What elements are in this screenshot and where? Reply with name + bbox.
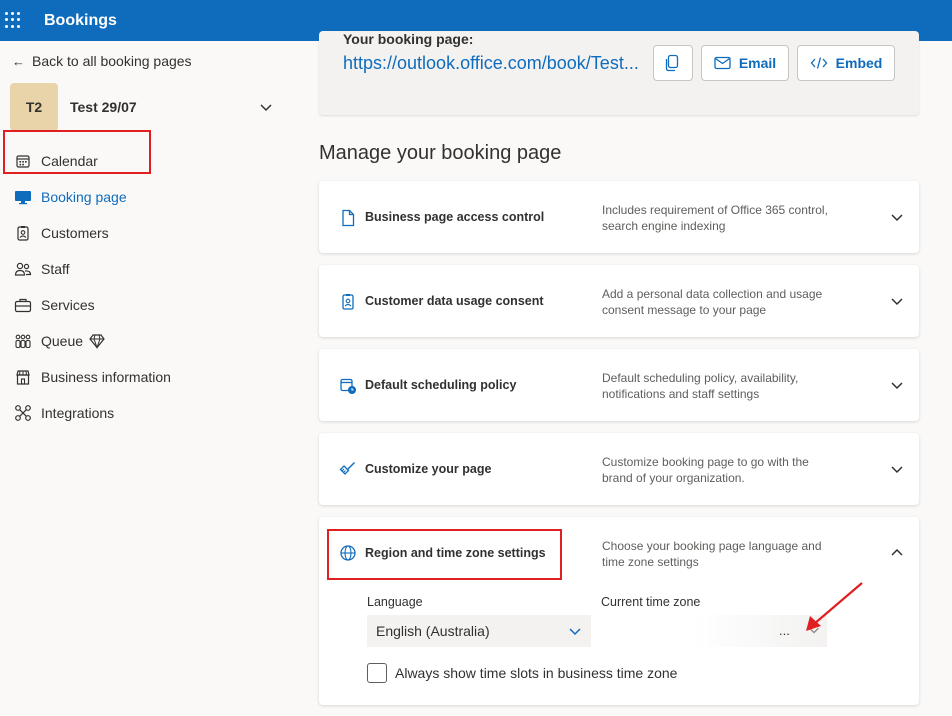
time-zone-select[interactable]: ... xyxy=(601,615,827,647)
business-page-access-control-card[interactable]: Business page access control Includes re… xyxy=(319,181,919,253)
redacted-area xyxy=(601,615,827,647)
card-description: Default scheduling policy, availability,… xyxy=(602,371,799,401)
calendar-icon xyxy=(14,152,32,170)
sidebar-item-customers[interactable]: Customers xyxy=(0,215,296,251)
sidebar-item-label: Services xyxy=(41,297,95,313)
language-value: English (Australia) xyxy=(376,623,490,639)
sidebar-item-label: Business information xyxy=(41,369,171,385)
chevron-down-icon[interactable] xyxy=(889,293,905,309)
embed-button[interactable]: Embed xyxy=(797,45,895,81)
diamond-icon xyxy=(89,334,105,349)
sidebar-item-services[interactable]: Services xyxy=(0,287,296,323)
sidebar-item-label: Calendar xyxy=(41,153,98,169)
card-description: Choose your booking page language and ti… xyxy=(602,539,822,569)
contact-card-icon xyxy=(14,224,32,242)
default-scheduling-policy-card[interactable]: Default scheduling policy Default schedu… xyxy=(319,349,919,421)
sidebar-item-business-information[interactable]: Business information xyxy=(0,359,296,395)
language-select[interactable]: English (Australia) xyxy=(367,615,591,647)
chevron-down-icon xyxy=(809,627,819,634)
language-label: Language xyxy=(367,595,423,609)
card-title: Business page access control xyxy=(365,210,545,224)
card-description: Add a personal data collection and usage… xyxy=(602,287,823,317)
email-button-label: Email xyxy=(738,55,777,71)
card-title: Customize your page xyxy=(365,462,492,476)
queue-icon xyxy=(14,332,32,350)
card-title: Default scheduling policy xyxy=(365,378,517,392)
chevron-up-icon[interactable] xyxy=(889,545,905,561)
back-link-label: Back to all booking pages xyxy=(32,53,192,69)
card-description: Customize booking page to go with the br… xyxy=(602,455,809,485)
booking-link-label: Your booking page: xyxy=(343,31,474,47)
page-title: Manage your booking page xyxy=(319,142,562,164)
sidebar-item-integrations[interactable]: Integrations xyxy=(0,395,296,431)
calendar-clock-icon xyxy=(340,378,356,394)
time-zone-value: ... xyxy=(779,623,790,638)
email-button[interactable]: Email xyxy=(701,45,789,81)
integrations-icon xyxy=(14,404,32,422)
chevron-down-icon xyxy=(260,104,272,112)
avatar: T2 xyxy=(10,83,58,131)
chevron-down-icon[interactable] xyxy=(889,461,905,477)
paintbrush-icon xyxy=(339,462,355,475)
sidebar-nav: Calendar Booking page Customers Staff Se… xyxy=(0,143,296,431)
sidebar-item-booking-page[interactable]: Booking page xyxy=(0,179,296,215)
app-launcher-icon[interactable] xyxy=(5,11,23,30)
embed-button-label: Embed xyxy=(835,55,883,71)
main-content: Your booking page: https://outlook.offic… xyxy=(296,31,952,716)
customer-data-usage-consent-card[interactable]: Customer data usage consent Add a person… xyxy=(319,265,919,337)
document-icon xyxy=(342,209,355,227)
calendar-selector[interactable]: T2 Test 29/07 xyxy=(10,83,274,131)
sidebar-item-label: Booking page xyxy=(41,189,127,205)
sidebar-item-calendar[interactable]: Calendar xyxy=(0,143,296,179)
booking-link-card: Your booking page: https://outlook.offic… xyxy=(319,31,919,115)
checkbox-label: Always show time slots in business time … xyxy=(395,665,678,681)
copy-icon xyxy=(665,54,679,72)
code-icon xyxy=(810,57,828,69)
sidebar-item-label: Staff xyxy=(41,261,70,277)
customize-your-page-card[interactable]: Customize your page Customize booking pa… xyxy=(319,433,919,505)
card-title: Customer data usage consent xyxy=(365,294,544,308)
sidebar-item-label: Integrations xyxy=(41,405,115,421)
monitor-icon xyxy=(14,188,32,206)
app-title: Bookings xyxy=(44,11,117,29)
building-icon xyxy=(14,368,32,386)
business-time-zone-checkbox[interactable] xyxy=(367,663,387,683)
time-zone-label: Current time zone xyxy=(601,595,701,609)
business-time-zone-checkbox-row[interactable]: Always show time slots in business time … xyxy=(367,663,677,683)
back-to-booking-pages-link[interactable]: ← Back to all booking pages xyxy=(12,53,192,69)
chevron-down-icon xyxy=(569,628,581,636)
mail-icon xyxy=(714,56,731,70)
contact-card-icon xyxy=(342,294,354,310)
arrow-left-icon: ← xyxy=(12,53,25,69)
sidebar: ← Back to all booking pages T2 Test 29/0… xyxy=(0,41,296,716)
copy-link-button[interactable] xyxy=(653,45,693,81)
briefcase-icon xyxy=(14,296,32,314)
people-icon xyxy=(14,260,32,278)
chevron-down-icon[interactable] xyxy=(889,209,905,225)
calendar-name: Test 29/07 xyxy=(70,99,137,115)
card-description: Includes requirement of Office 365 contr… xyxy=(602,203,828,233)
sidebar-item-label: Queue xyxy=(41,333,84,349)
sidebar-item-label: Customers xyxy=(41,225,109,241)
globe-icon xyxy=(340,545,356,561)
booking-page-url-link[interactable]: https://outlook.office.com/book/Test... xyxy=(343,53,647,74)
sidebar-item-queue[interactable]: Queue xyxy=(0,323,296,359)
chevron-down-icon[interactable] xyxy=(889,377,905,393)
sidebar-item-staff[interactable]: Staff xyxy=(0,251,296,287)
card-title[interactable]: Region and time zone settings xyxy=(365,546,546,560)
